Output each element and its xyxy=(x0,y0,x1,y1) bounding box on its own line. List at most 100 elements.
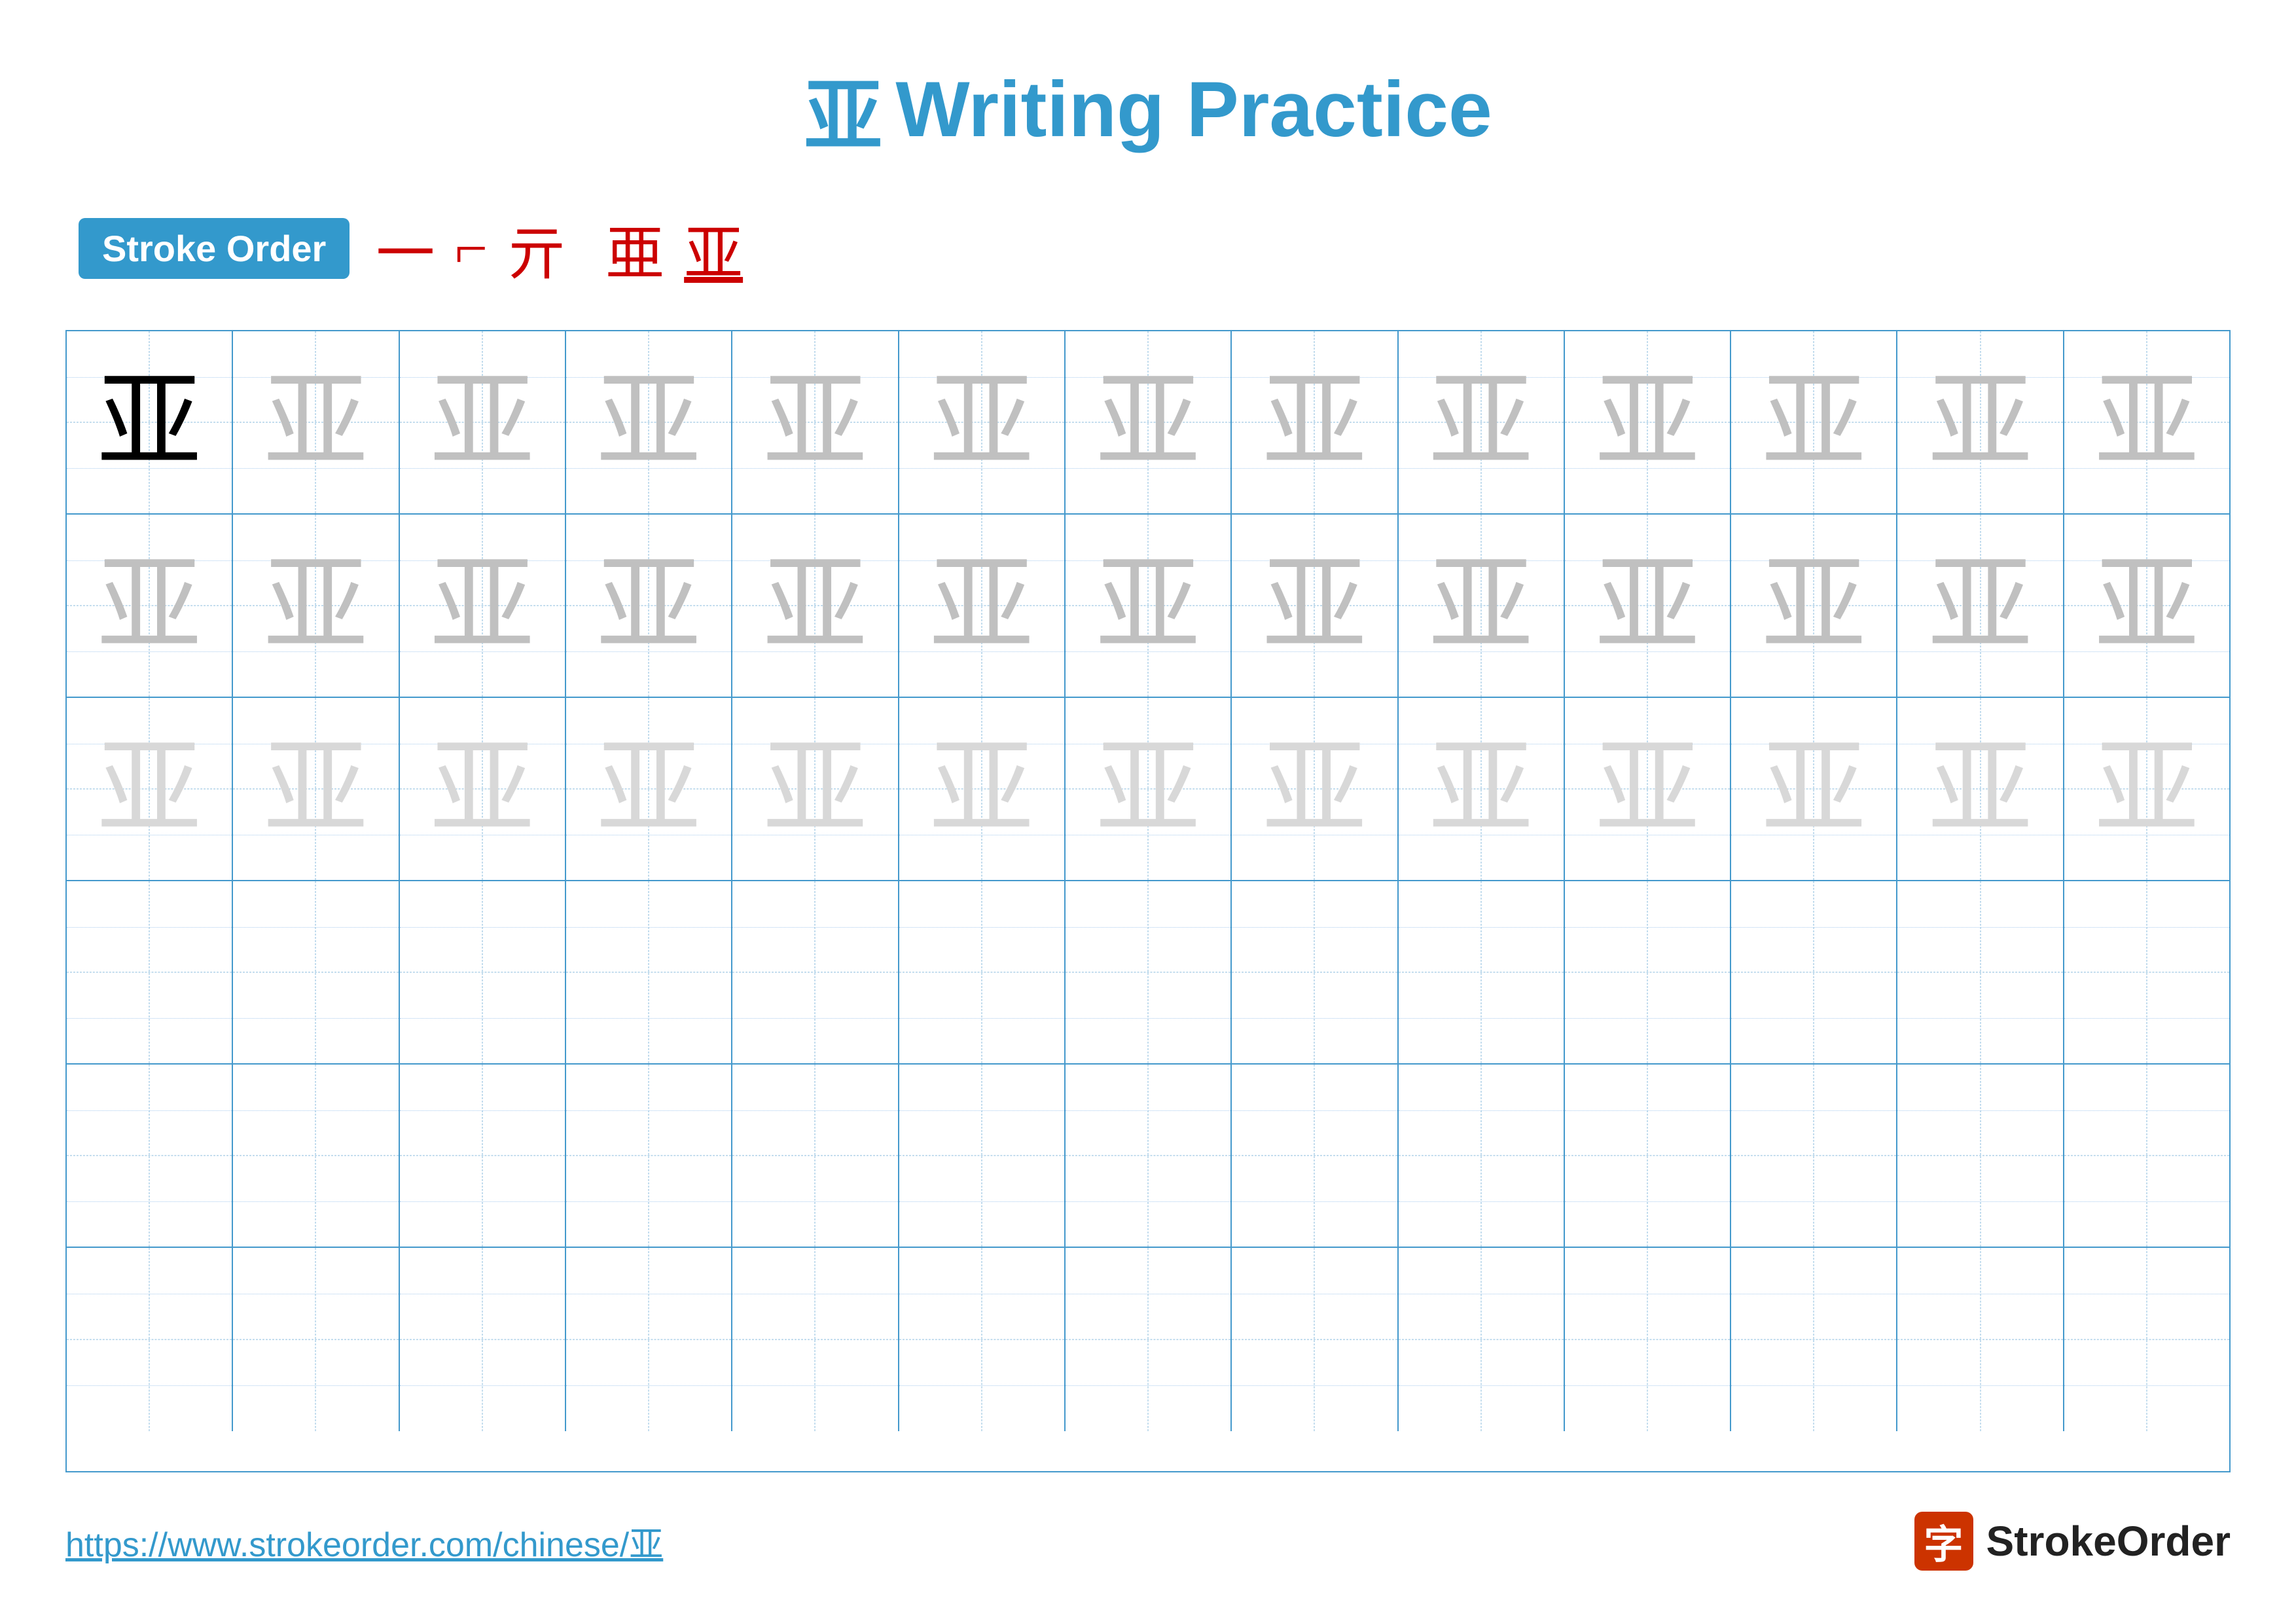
grid-cell-4-4[interactable] xyxy=(566,881,732,1063)
grid-cell-4-6[interactable] xyxy=(899,881,1066,1063)
char-guide: 亚 xyxy=(596,737,701,841)
grid-cell-1-7: 亚 xyxy=(1066,331,1232,513)
grid-cell-4-11[interactable] xyxy=(1731,881,1897,1063)
grid-cell-2-1: 亚 xyxy=(67,515,233,697)
char-guide: 亚 xyxy=(1761,370,1866,475)
grid-cell-5-9[interactable] xyxy=(1399,1065,1565,1247)
grid-cell-2-12: 亚 xyxy=(1897,515,2064,697)
char-guide: 亚 xyxy=(1595,737,1700,841)
grid-cell-3-7: 亚 xyxy=(1066,698,1232,880)
grid-cell-4-13[interactable] xyxy=(2064,881,2229,1063)
grid-cell-4-9[interactable] xyxy=(1399,881,1565,1063)
grid-cell-2-8: 亚 xyxy=(1232,515,1398,697)
grid-cell-4-10[interactable] xyxy=(1565,881,1731,1063)
grid-cell-3-13: 亚 xyxy=(2064,698,2229,880)
title-text: Writing Practice xyxy=(895,64,1492,155)
grid-cell-4-5[interactable] xyxy=(732,881,899,1063)
grid-cell-5-6[interactable] xyxy=(899,1065,1066,1247)
grid-cell-5-11[interactable] xyxy=(1731,1065,1897,1247)
logo-icon: 字 xyxy=(1914,1512,1973,1571)
stroke-order-badge: Stroke Order xyxy=(79,218,350,279)
grid-cell-6-1[interactable] xyxy=(67,1248,233,1431)
grid-cell-1-12: 亚 xyxy=(1897,331,2064,513)
grid-cell-2-5: 亚 xyxy=(732,515,899,697)
grid-cell-5-5[interactable] xyxy=(732,1065,899,1247)
char-guide: 亚 xyxy=(263,553,368,658)
char-guide: 亚 xyxy=(2094,737,2199,841)
grid-row-1: 亚 亚 亚 亚 亚 亚 亚 亚 亚 亚 亚 亚 亚 xyxy=(67,331,2229,515)
grid-cell-6-6[interactable] xyxy=(899,1248,1066,1431)
grid-cell-1-8: 亚 xyxy=(1232,331,1398,513)
grid-cell-5-8[interactable] xyxy=(1232,1065,1398,1247)
grid-cell-6-12[interactable] xyxy=(1897,1248,2064,1431)
grid-cell-4-1[interactable] xyxy=(67,881,233,1063)
grid-cell-5-13[interactable] xyxy=(2064,1065,2229,1247)
grid-cell-1-10: 亚 xyxy=(1565,331,1731,513)
char-guide: 亚 xyxy=(1928,370,2033,475)
char-guide: 亚 xyxy=(97,553,202,658)
grid-cell-4-7[interactable] xyxy=(1066,881,1232,1063)
char-solid: 亚 xyxy=(97,370,202,475)
footer-logo: 字 StrokeOrder xyxy=(1914,1512,2231,1571)
grid-row-4 xyxy=(67,881,2229,1065)
grid-row-5 xyxy=(67,1065,2229,1248)
stroke-step-6: 亚 xyxy=(684,206,743,291)
grid-cell-6-13[interactable] xyxy=(2064,1248,2229,1431)
char-guide: 亚 xyxy=(430,553,535,658)
grid-cell-3-8: 亚 xyxy=(1232,698,1398,880)
char-guide: 亚 xyxy=(1429,553,1534,658)
grid-cell-4-3[interactable] xyxy=(400,881,566,1063)
grid-cell-3-3: 亚 xyxy=(400,698,566,880)
grid-cell-4-8[interactable] xyxy=(1232,881,1398,1063)
grid-cell-6-3[interactable] xyxy=(400,1248,566,1431)
stroke-step-1: 一 xyxy=(376,206,435,291)
grid-cell-5-12[interactable] xyxy=(1897,1065,2064,1247)
grid-cell-6-10[interactable] xyxy=(1565,1248,1731,1431)
grid-cell-2-13: 亚 xyxy=(2064,515,2229,697)
grid-cell-5-3[interactable] xyxy=(400,1065,566,1247)
grid-cell-6-7[interactable] xyxy=(1066,1248,1232,1431)
grid-cell-6-5[interactable] xyxy=(732,1248,899,1431)
char-guide: 亚 xyxy=(263,737,368,841)
char-guide: 亚 xyxy=(1928,553,2033,658)
grid-cell-6-4[interactable] xyxy=(566,1248,732,1431)
grid-cell-2-2: 亚 xyxy=(233,515,399,697)
practice-grid: 亚 亚 亚 亚 亚 亚 亚 亚 亚 亚 亚 亚 亚 亚 亚 亚 亚 亚 亚 亚 … xyxy=(65,330,2231,1472)
grid-cell-4-12[interactable] xyxy=(1897,881,2064,1063)
grid-cell-5-4[interactable] xyxy=(566,1065,732,1247)
grid-cell-6-9[interactable] xyxy=(1399,1248,1565,1431)
char-guide: 亚 xyxy=(762,553,867,658)
footer-url[interactable]: https://www.strokeorder.com/chinese/亚 xyxy=(65,1517,663,1566)
grid-cell-3-11: 亚 xyxy=(1731,698,1897,880)
grid-cell-2-6: 亚 xyxy=(899,515,1066,697)
grid-cell-3-10: 亚 xyxy=(1565,698,1731,880)
char-guide: 亚 xyxy=(97,737,202,841)
grid-cell-6-2[interactable] xyxy=(233,1248,399,1431)
grid-cell-2-4: 亚 xyxy=(566,515,732,697)
grid-cell-2-3: 亚 xyxy=(400,515,566,697)
grid-cell-5-2[interactable] xyxy=(233,1065,399,1247)
grid-cell-6-11[interactable] xyxy=(1731,1248,1897,1431)
char-guide: 亚 xyxy=(430,370,535,475)
grid-cell-3-4: 亚 xyxy=(566,698,732,880)
grid-cell-6-8[interactable] xyxy=(1232,1248,1398,1431)
grid-cell-4-2[interactable] xyxy=(233,881,399,1063)
char-guide: 亚 xyxy=(1761,553,1866,658)
grid-row-6 xyxy=(67,1248,2229,1431)
grid-cell-1-9: 亚 xyxy=(1399,331,1565,513)
grid-cell-1-6: 亚 xyxy=(899,331,1066,513)
char-guide: 亚 xyxy=(762,737,867,841)
grid-cell-3-12: 亚 xyxy=(1897,698,2064,880)
grid-cell-5-1[interactable] xyxy=(67,1065,233,1247)
char-guide: 亚 xyxy=(1429,370,1534,475)
grid-cell-5-7[interactable] xyxy=(1066,1065,1232,1247)
logo-text: StrokeOrder xyxy=(1986,1517,2231,1565)
char-guide: 亚 xyxy=(1595,553,1700,658)
grid-cell-5-10[interactable] xyxy=(1565,1065,1731,1247)
char-guide: 亚 xyxy=(1262,553,1367,658)
char-guide: 亚 xyxy=(1928,737,2033,841)
char-guide: 亚 xyxy=(1096,737,1200,841)
stroke-step-5: 亜 xyxy=(605,206,664,291)
grid-cell-1-5: 亚 xyxy=(732,331,899,513)
stroke-order-section: Stroke Order 一 ⌐ 亓 𠄠 亜 亚 xyxy=(79,206,743,291)
